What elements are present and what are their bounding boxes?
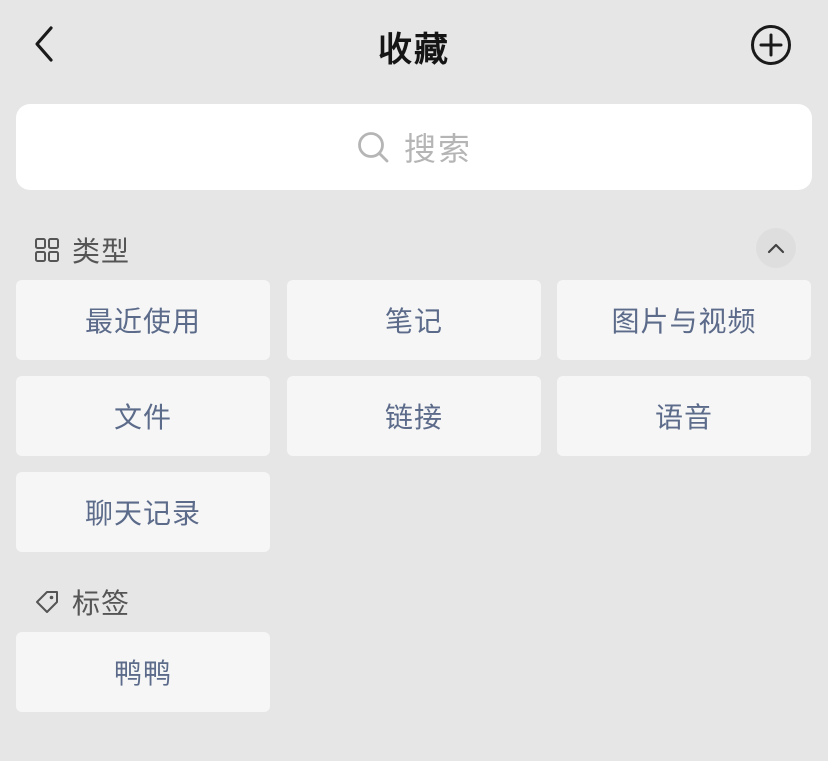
tags-section-header: 标签 (34, 582, 130, 622)
grid-icon (35, 238, 59, 262)
type-notes[interactable]: 笔记 (287, 280, 541, 360)
type-files[interactable]: 文件 (16, 376, 270, 456)
tags-section-title: 标签 (72, 587, 131, 620)
collapse-types-button[interactable] (756, 228, 796, 268)
search-placeholder: 搜索 (403, 130, 472, 168)
types-section-title: 类型 (72, 235, 131, 268)
type-chat-history[interactable]: 聊天记录 (16, 472, 270, 552)
add-button[interactable] (750, 24, 792, 66)
type-links[interactable]: 链接 (287, 376, 541, 456)
type-recent[interactable]: 最近使用 (16, 280, 270, 360)
chevron-up-icon (767, 243, 785, 254)
header-bar: 收藏 (0, 0, 828, 90)
type-images-videos[interactable]: 图片与视频 (557, 280, 811, 360)
search-icon (358, 132, 389, 163)
plus-circle-icon (751, 25, 791, 65)
tag-item[interactable]: 鸭鸭 (16, 632, 270, 712)
search-input[interactable]: 搜索 (16, 104, 812, 190)
type-voice[interactable]: 语音 (557, 376, 811, 456)
tag-icon (36, 591, 58, 613)
page-title: 收藏 (378, 30, 450, 70)
types-section-header: 类型 (34, 230, 130, 270)
